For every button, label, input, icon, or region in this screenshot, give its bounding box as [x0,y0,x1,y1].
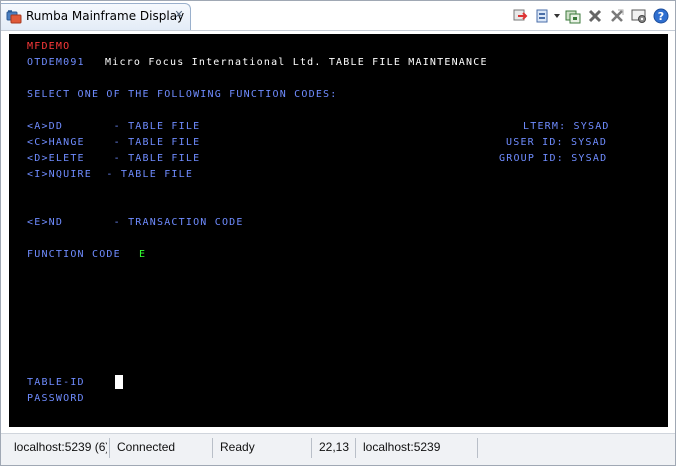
tab-rumba-mainframe-display[interactable]: Rumba Mainframe Display ✕ [1,3,191,30]
instruction-text: SELECT ONE OF THE FOLLOWING FUNCTION COD… [27,89,338,100]
option-end: <E>ND - TRANSACTION CODE [27,217,244,228]
session-icon[interactable] [563,6,583,26]
macro-icon[interactable] [532,6,552,26]
status-host: localhost:5239 (6) [14,440,107,454]
status-host-secondary: localhost:5239 [363,440,441,454]
table-id-input-cursor[interactable] [115,375,123,389]
function-code-label: FUNCTION CODE [27,249,129,260]
remove-icon[interactable] [607,6,627,26]
status-divider [212,438,213,458]
option-change: <C>HANGE - TABLE FILE [27,137,201,148]
dropdown-arrow-icon[interactable] [552,6,561,26]
program-id: OTDEM091 [27,57,85,68]
tab-title: Rumba Mainframe Display [26,9,185,23]
mainframe-terminal-screen[interactable]: MFDEMO OTDEM091 Micro Focus Internationa… [9,34,668,427]
tab-bar: Rumba Mainframe Display ✕ ? [1,1,675,31]
rumba-window: Rumba Mainframe Display ✕ ? MFDEMO OTDEM… [0,0,676,466]
status-divider [355,438,356,458]
table-id-label: TABLE-ID [27,377,85,388]
help-icon[interactable]: ? [651,6,671,26]
screen-title: Micro Focus International Ltd. TABLE FIL… [105,57,488,68]
password-label: PASSWORD [27,393,85,404]
status-divider [311,438,312,458]
screen-header-mfdemo: MFDEMO [27,41,71,52]
close-icon[interactable]: ✕ [172,8,186,22]
svg-text:?: ? [658,10,664,23]
status-cursor-position: 22,13 [319,440,350,454]
toolbar: ? [508,5,671,27]
group-id-field: GROUP ID: SYSAD [499,153,608,164]
function-code-input[interactable]: E [139,247,146,263]
settings-icon[interactable] [629,6,649,26]
disconnect-icon[interactable] [585,6,605,26]
option-inquire: <I>NQUIRE - TABLE FILE [27,169,194,180]
lterm-field: LTERM: SYSAD [523,121,610,132]
option-add: <A>DD - TABLE FILE [27,121,201,132]
connect-icon[interactable] [510,6,530,26]
status-divider [109,438,110,458]
status-connection: Connected [117,440,176,454]
status-bar: localhost:5239 (6) Connected Ready 22,13… [1,433,675,465]
status-ready: Ready [220,440,255,454]
option-delete: <D>ELETE - TABLE FILE [27,153,201,164]
user-id-field: USER ID: SYSAD [506,137,608,148]
rumba-app-icon [6,9,22,25]
status-divider [477,438,478,458]
